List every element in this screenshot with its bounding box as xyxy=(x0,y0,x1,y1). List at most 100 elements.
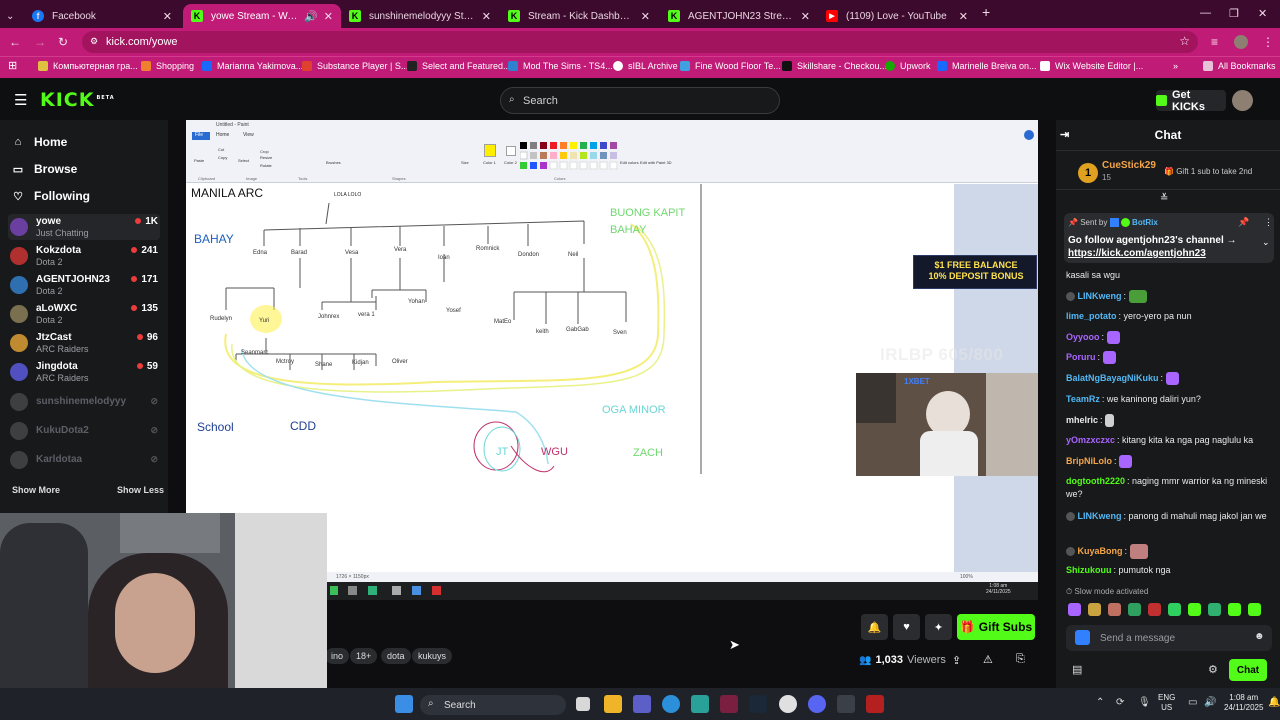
minimize-icon[interactable]: — xyxy=(1200,7,1211,19)
chevron-down-icon[interactable]: ⌄ xyxy=(1262,237,1270,248)
channel-agentjohn23[interactable]: AGENTJOHN23 Dota 2 171 xyxy=(8,272,160,298)
emote-icon[interactable] xyxy=(1108,603,1121,616)
bookmark-item[interactable]: Wix Website Editor |... xyxy=(1040,61,1143,71)
get-kicks-button[interactable]: Get KICKs xyxy=(1156,89,1226,113)
discord-icon[interactable] xyxy=(808,695,826,713)
bookmark-item[interactable]: Substance Player | S... xyxy=(302,61,408,71)
emote-icon[interactable] xyxy=(1088,603,1101,616)
apps-grid-icon[interactable]: ⊞ xyxy=(8,59,17,72)
bookmark-item[interactable]: Компьютерная гра... xyxy=(38,61,138,71)
url-field[interactable]: ⚙ kick.com/yowe ☆ xyxy=(82,31,1198,53)
edge-icon[interactable] xyxy=(662,695,680,713)
close-icon[interactable]: ✕ xyxy=(801,10,810,23)
tab-sunshinemelodyyy[interactable]: K sunshinemelodyyy Stream - Wa ✕ xyxy=(341,4,499,28)
bookmark-item[interactable]: Marianna Yakimova... xyxy=(202,61,303,71)
report-icon[interactable]: ⚠ xyxy=(983,653,993,666)
taskbar-clock[interactable]: 1:08 am 24/11/2025 xyxy=(1224,693,1263,713)
language-indicator[interactable]: ENG US xyxy=(1158,693,1175,713)
share-icon[interactable]: ⇪ xyxy=(952,654,961,667)
tab-facebook[interactable]: f Facebook ✕ xyxy=(24,4,180,28)
sidebar-item-browse[interactable]: ▭ Browse xyxy=(12,162,78,176)
bookmark-item[interactable]: sIBL Archive xyxy=(613,61,678,71)
taskbar-search[interactable]: ⌕ Search xyxy=(420,695,566,715)
new-tab-icon[interactable]: + xyxy=(982,4,990,20)
emote-icon[interactable] xyxy=(1228,603,1241,616)
avatar[interactable] xyxy=(1232,90,1253,111)
pin-icon[interactable]: 📌 xyxy=(1238,217,1249,228)
more-bookmarks-icon[interactable]: » xyxy=(1173,61,1178,71)
stream-tag[interactable]: ino xyxy=(325,648,350,664)
app-icon[interactable] xyxy=(720,695,738,713)
channel-sunshinemelodyyy[interactable]: sunshinemelodyyy ⊘ xyxy=(8,389,160,415)
emote-icon[interactable] xyxy=(1068,603,1081,616)
emote-icon[interactable] xyxy=(1248,603,1261,616)
bookmark-star-icon[interactable]: ☆ xyxy=(1179,34,1190,48)
follow-button[interactable]: ♥ xyxy=(893,614,920,640)
all-bookmarks[interactable]: All Bookmarks xyxy=(1203,61,1276,71)
search-input[interactable]: ⌕ Search xyxy=(500,87,780,114)
channel-jingdota[interactable]: Jingdota ARC Raiders 59 xyxy=(8,359,160,385)
app-icon[interactable] xyxy=(837,695,855,713)
close-icon[interactable]: ✕ xyxy=(641,10,650,23)
speaker-icon[interactable]: 🔊 xyxy=(304,10,318,23)
expand-icon[interactable]: ≚ xyxy=(1160,193,1168,204)
tab-agentjohn23[interactable]: K AGENTJOHN23 Stream - Watch ✕ xyxy=(660,4,818,28)
channel-karldotaa[interactable]: Karldotaa ⊘ xyxy=(8,447,160,473)
emote-icon[interactable] xyxy=(1188,603,1201,616)
chrome-icon[interactable] xyxy=(779,695,797,713)
app-icon[interactable] xyxy=(691,695,709,713)
tab-search-icon[interactable]: ≡ xyxy=(1211,35,1218,49)
file-explorer-icon[interactable] xyxy=(604,695,622,713)
app-icon[interactable] xyxy=(866,695,884,713)
collapse-chat-icon[interactable]: ⇥ xyxy=(1060,128,1069,141)
menu-icon[interactable]: ☰ xyxy=(14,91,27,109)
bookmark-item[interactable]: Marinelle Breiva on... xyxy=(937,61,1037,71)
kick-logo[interactable]: KICK BETA xyxy=(40,89,115,111)
send-chat-button[interactable]: Chat xyxy=(1229,659,1267,681)
stream-tag[interactable]: kukuys xyxy=(412,648,453,664)
channel-jtzcast[interactable]: JtzCast ARC Raiders 96 xyxy=(8,330,160,356)
bookmark-item[interactable]: Upwork xyxy=(885,61,931,71)
bookmark-item[interactable]: Skillshare - Checkou... xyxy=(782,61,887,71)
tab-youtube[interactable]: ▶ (1109) Love - YouTube ✕ xyxy=(818,4,976,28)
pinned-link[interactable]: https://kick.com/agentjohn23 xyxy=(1068,248,1206,259)
profile-avatar[interactable] xyxy=(1234,35,1248,49)
bookmark-item[interactable]: Mod The Sims - TS4... xyxy=(508,61,613,71)
channel-yowe[interactable]: yowe Just Chatting 1K xyxy=(8,214,160,240)
chat-message-input[interactable]: Send a message ☻ xyxy=(1066,625,1272,651)
site-info-icon[interactable]: ⚙ xyxy=(90,36,98,47)
notification-bell-button[interactable]: 🔔 xyxy=(861,614,888,640)
channel-kukudota2[interactable]: KukuDota2 ⊘ xyxy=(8,418,160,444)
tab-kick-dashboard[interactable]: K Stream - Kick Dashboard ✕ xyxy=(500,4,658,28)
emote-icon[interactable] xyxy=(1148,603,1161,616)
settings-icon[interactable]: ⚙ xyxy=(1208,663,1218,676)
stream-tag[interactable]: dota xyxy=(381,648,411,664)
close-window-icon[interactable]: ✕ xyxy=(1258,7,1267,20)
sidebar-item-following[interactable]: ♡ Following xyxy=(12,189,90,203)
sidebar-item-home[interactable]: ⌂ Home xyxy=(12,135,68,149)
tab-yowe[interactable]: K yowe Stream - Watch Live o 🔊 ✕ xyxy=(183,4,341,28)
close-icon[interactable]: ✕ xyxy=(482,10,491,23)
reload-icon[interactable]: ↻ xyxy=(58,35,68,49)
emote-icon[interactable] xyxy=(1208,603,1221,616)
bookmark-item[interactable]: Select and Featured... xyxy=(407,61,511,71)
microphone-icon[interactable]: 🎙 xyxy=(1138,697,1151,708)
tab-search-button[interactable]: ⌄ xyxy=(0,4,24,28)
more-options-icon[interactable]: ⋮ xyxy=(1264,217,1273,228)
notification-icon[interactable]: 🔔 xyxy=(1268,697,1280,708)
start-menu-icon[interactable] xyxy=(395,695,413,713)
emoji-icon[interactable]: ☻ xyxy=(1254,631,1265,642)
sparkle-button[interactable]: ✦ xyxy=(925,614,952,640)
volume-icon[interactable]: 🔊 xyxy=(1204,697,1216,708)
stream-tag[interactable]: 18+ xyxy=(350,648,378,664)
channel-alowxc[interactable]: aLoWXC Dota 2 135 xyxy=(8,301,160,327)
close-icon[interactable]: ✕ xyxy=(324,10,333,23)
steam-icon[interactable] xyxy=(749,695,767,713)
show-more-button[interactable]: Show More xyxy=(12,485,60,495)
tray-overflow-icon[interactable]: ⌃ xyxy=(1096,697,1104,708)
emote-icon[interactable] xyxy=(1168,603,1181,616)
close-icon[interactable]: ✕ xyxy=(959,10,968,23)
forward-icon[interactable]: → xyxy=(34,35,46,49)
network-icon[interactable]: ▭ xyxy=(1188,697,1197,708)
store-icon[interactable]: ▤ xyxy=(1072,663,1082,676)
